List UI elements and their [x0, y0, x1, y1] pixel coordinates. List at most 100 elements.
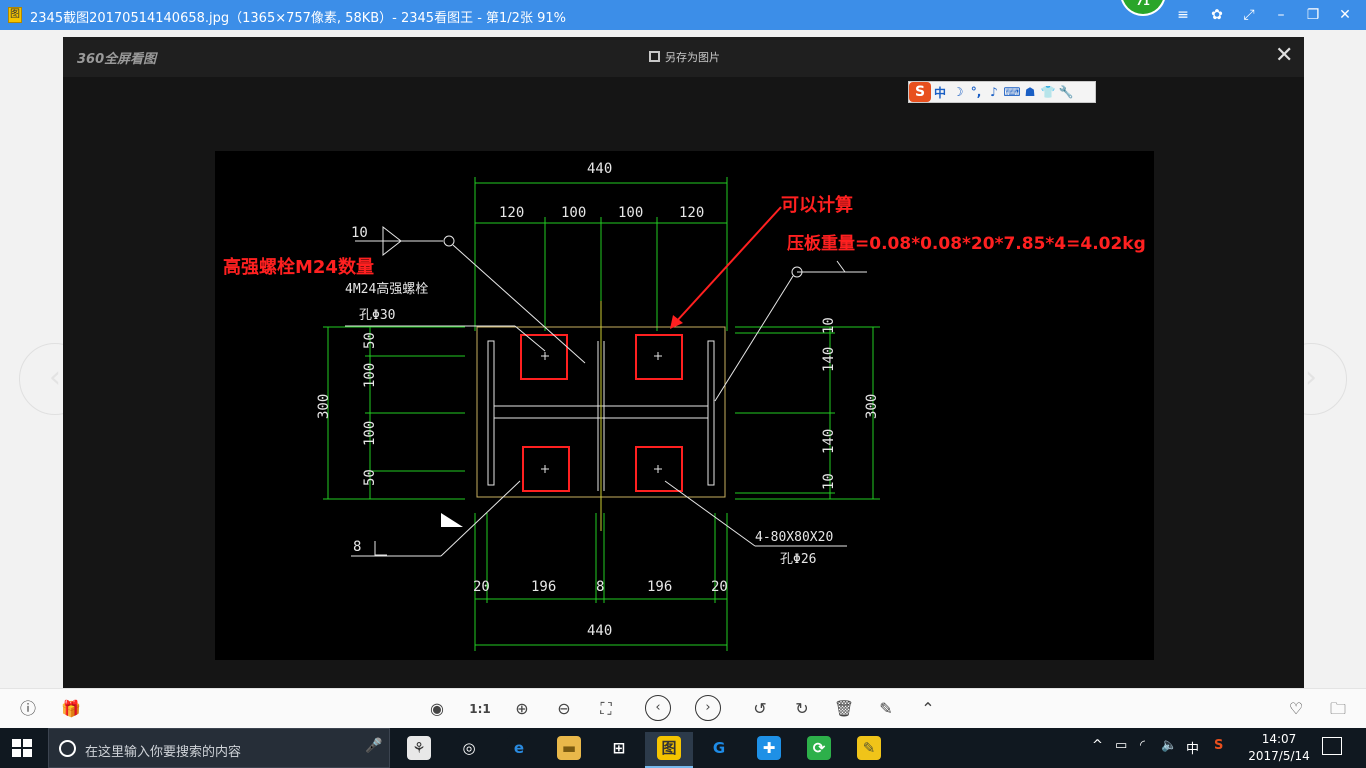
user-icon[interactable]: ☗	[1021, 85, 1039, 99]
info-icon[interactable]: ⓘ	[15, 697, 41, 721]
taskbar-app[interactable]: 图	[645, 732, 693, 768]
dim-left-seg: 50	[362, 469, 378, 486]
close-icon[interactable]: ✕	[1275, 43, 1293, 68]
zoom-in-icon[interactable]: ⊕	[509, 697, 535, 721]
plate-weight-annotation: 压板重量=0.08*0.08*20*7.85*4=4.02kg	[787, 233, 1146, 254]
dim-left-seg: 100	[362, 421, 378, 446]
wrench-icon[interactable]: 🔧	[1057, 85, 1075, 99]
ime-toolbar: S 中 ☽ °, ♪ ⌨ ☗ 👕 🔧	[908, 81, 1096, 103]
prev-button[interactable]: ‹	[645, 695, 671, 721]
taskbar-app[interactable]: e	[495, 732, 543, 768]
voice-icon[interactable]: ♪	[985, 85, 1003, 99]
file-explorer-icon: ▬	[557, 736, 581, 760]
dim-bottom-seg: 20	[711, 579, 728, 595]
viewer-toolbar: ⓘ 🎁 ◉ 1:1 ⊕ ⊖ ⛶ ‹ › ↺ ↻ 🗑 ✎ ⌃ ♡ 🗀	[0, 688, 1366, 728]
ime-indicator[interactable]: 中	[1186, 738, 1199, 757]
sogou-logo-icon[interactable]: S	[909, 82, 931, 102]
taskbar-app[interactable]: ✎	[845, 732, 893, 768]
app-icon: 图	[8, 7, 22, 23]
network-icon[interactable]: ▭	[1115, 738, 1127, 753]
app-notes-icon: ✎	[857, 736, 881, 760]
taskbar-app[interactable]: ⚘	[395, 732, 443, 768]
taskbar-app[interactable]: ✚	[745, 732, 793, 768]
fit-screen-icon[interactable]: ⛶	[593, 697, 619, 721]
dim-top-seg: 120	[679, 205, 704, 221]
taskbar-app[interactable]: G	[695, 732, 743, 768]
heart-icon[interactable]: ♡	[1283, 697, 1309, 721]
sogou-tray-icon[interactable]: S	[1214, 738, 1223, 753]
bolt-count-annotation: 高强螺栓M24数量	[223, 256, 374, 278]
dim-right-total: 300	[864, 394, 880, 419]
ime-mode-icon[interactable]: 中	[931, 84, 949, 101]
window-titlebar: 图 2345截图20170514140658.jpg（1365×757像素, 5…	[0, 0, 1366, 30]
zoom-out-icon[interactable]: ⊖	[551, 697, 577, 721]
close-window-button[interactable]: ✕	[1334, 5, 1356, 25]
moon-icon[interactable]: ☽	[949, 85, 967, 99]
windows-taskbar: 在这里输入你要搜索的内容 🎤 ⚘ ◎ e ▬ ⊞ 图 G ✚ ⟳ ✎ ^ ▭ ◜ 🔈 中 S 14…	[0, 728, 1366, 768]
menu-button[interactable]: ≡	[1172, 5, 1194, 25]
dim-bottom-seg: 196	[647, 579, 672, 595]
dim-right-seg: 10	[821, 317, 837, 334]
restore-button[interactable]: ❐	[1302, 5, 1324, 25]
cad-drawing: 440 120 100 100 120 440 20 196 8 196 20 …	[215, 151, 1154, 660]
taskbar-search[interactable]: 在这里输入你要搜索的内容 🎤	[48, 728, 390, 768]
window-title: 2345截图20170514140658.jpg（1365×757像素, 58K…	[30, 11, 566, 26]
skin-shirt-icon[interactable]: 👕	[1039, 85, 1057, 99]
360-logo: 360全屏看图	[77, 52, 157, 67]
dim-left-seg: 100	[362, 363, 378, 388]
app-refresh-icon: ⟳	[807, 736, 831, 760]
delete-icon[interactable]: 🗑	[831, 697, 857, 721]
cortana-icon[interactable]	[59, 740, 76, 757]
volume-icon[interactable]: 🔈	[1161, 738, 1177, 753]
fullscreen-button[interactable]: ⤢	[1238, 5, 1260, 25]
taskbar-app[interactable]: ⊞	[595, 732, 643, 768]
screenshot-frame: 360全屏看图 另存为图片 ✕ S 中 ☽ °, ♪ ⌨ ☗ 👕 🔧 440 1…	[63, 37, 1304, 688]
windows-start-icon[interactable]	[12, 739, 32, 757]
minimize-button[interactable]: –	[1270, 5, 1292, 25]
microphone-icon[interactable]: 🎤	[365, 738, 382, 754]
taskbar-app[interactable]: ◎	[445, 732, 493, 768]
edit-icon[interactable]: ✎	[873, 697, 899, 721]
dim-bottom-total: 440	[587, 623, 612, 639]
more-icon[interactable]: ⌃	[915, 697, 941, 721]
store-icon: ⊞	[607, 736, 631, 760]
taskbar-clock[interactable]: 14:07 2017/5/14	[1248, 731, 1310, 765]
actual-size-button[interactable]: 1:1	[467, 697, 493, 721]
app-swirl-icon: ◎	[457, 736, 481, 760]
image-viewer-app-icon: 图	[657, 736, 681, 760]
plate-spec-label: 4-80X80X20	[755, 530, 833, 545]
dim-right-seg: 10	[821, 473, 837, 490]
punct-icon[interactable]: °,	[967, 85, 985, 99]
bolt-spec-label: 4M24高强螺栓	[345, 281, 428, 297]
dim-bottom-seg: 20	[473, 579, 490, 595]
tray-chevron-icon[interactable]: ^	[1092, 738, 1103, 753]
mouse-mode-icon[interactable]: ◉	[424, 697, 450, 721]
folder-icon[interactable]: 🗀	[1325, 697, 1351, 721]
app-plus-icon: ✚	[757, 736, 781, 760]
gift-icon[interactable]: 🎁	[58, 697, 84, 721]
app-g-icon: G	[707, 736, 731, 760]
plate-hole-label: 孔Φ26	[780, 552, 816, 567]
next-button[interactable]: ›	[695, 695, 721, 721]
save-label: 另存为图片	[665, 51, 720, 64]
app-pinwheel-icon: ⚘	[407, 736, 431, 760]
taskbar-app[interactable]: ⟳	[795, 732, 843, 768]
weld-size-top: 10	[351, 225, 368, 241]
skin-icon[interactable]: ✿	[1206, 5, 1228, 25]
rotate-right-icon[interactable]: ↻	[789, 697, 815, 721]
image-viewer: ‹ › 360全屏看图 另存为图片 ✕ S 中 ☽ °, ♪ ⌨ ☗ 👕 🔧 4…	[0, 30, 1366, 688]
inner-header: 360全屏看图 另存为图片 ✕	[63, 37, 1304, 77]
action-center-icon[interactable]	[1322, 737, 1342, 755]
keyboard-icon[interactable]: ⌨	[1003, 85, 1021, 99]
save-as-image-button[interactable]: 另存为图片	[649, 49, 720, 65]
dim-right-seg: 140	[821, 429, 837, 454]
dim-top-total: 440	[587, 161, 612, 177]
rotate-left-icon[interactable]: ↺	[747, 697, 773, 721]
wifi-icon[interactable]: ◜	[1140, 738, 1145, 753]
dim-top-seg: 100	[618, 205, 643, 221]
dim-left-seg: 50	[362, 332, 378, 349]
notification-badge[interactable]: 71	[1120, 0, 1166, 16]
dim-top-seg: 100	[561, 205, 586, 221]
dim-top-seg: 120	[499, 205, 524, 221]
taskbar-app[interactable]: ▬	[545, 732, 593, 768]
